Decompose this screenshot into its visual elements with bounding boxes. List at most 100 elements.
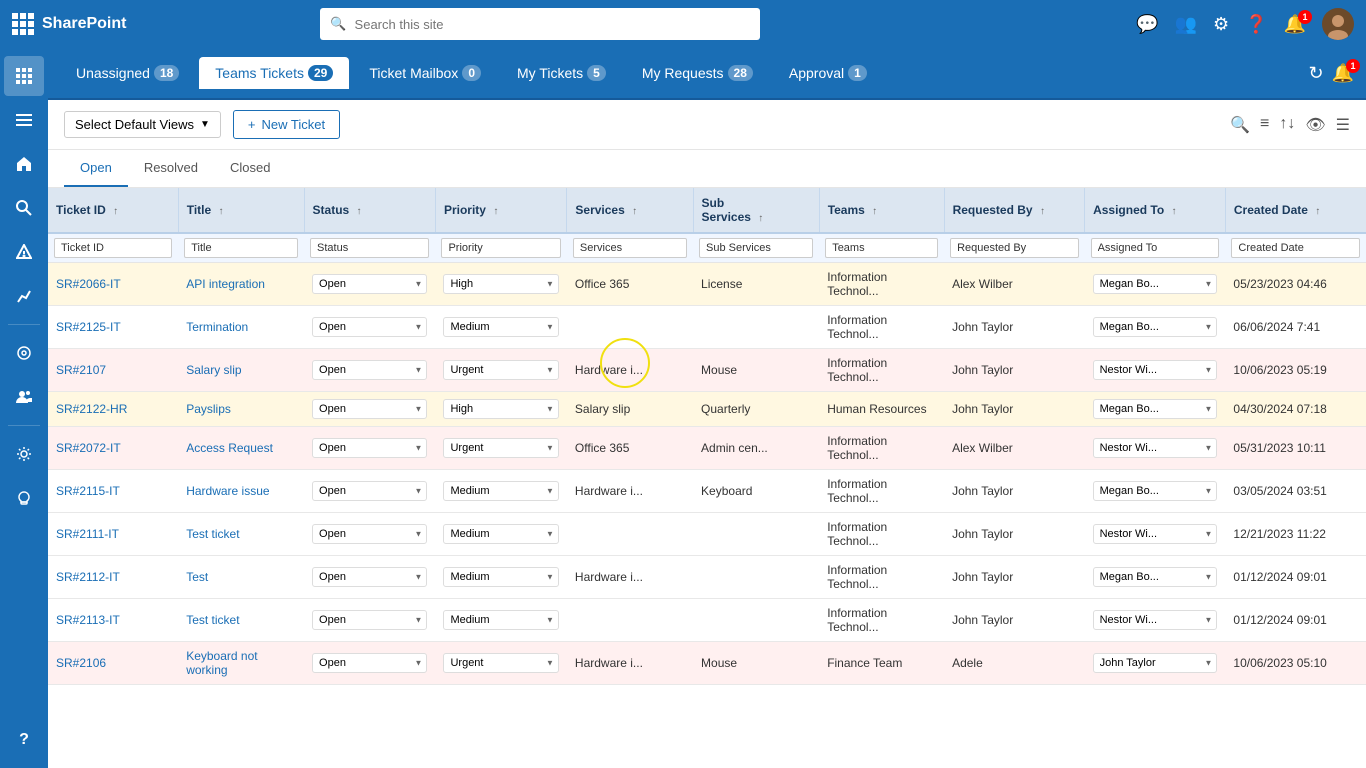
- col-teams[interactable]: Teams ↑: [819, 188, 944, 233]
- cell-title[interactable]: Payslips: [178, 392, 304, 427]
- chat-icon[interactable]: 💬: [1136, 14, 1158, 35]
- status-select[interactable]: OpenResolvedClosed: [312, 317, 427, 337]
- cell-status[interactable]: OpenResolvedClosed: [304, 642, 435, 685]
- priority-select[interactable]: LowMediumHighUrgentCritical: [443, 653, 558, 673]
- cell-assigned-to[interactable]: Nestor Wi...: [1085, 427, 1226, 470]
- status-select[interactable]: OpenResolvedClosed: [312, 399, 427, 419]
- cell-title[interactable]: Test: [178, 556, 304, 599]
- view-tab-closed[interactable]: Closed: [214, 150, 286, 187]
- cell-status[interactable]: OpenResolvedClosed: [304, 306, 435, 349]
- col-services[interactable]: Services ↑: [567, 188, 693, 233]
- priority-select[interactable]: LowMediumHighUrgentCritical: [443, 567, 558, 587]
- notifications-button[interactable]: 🔔 1: [1284, 14, 1306, 35]
- filter-title[interactable]: [184, 238, 298, 258]
- col-requested-by[interactable]: Requested By ↑: [944, 188, 1085, 233]
- sidebar-item-waffle[interactable]: [4, 56, 44, 96]
- help-icon[interactable]: ❓: [1245, 14, 1267, 35]
- tab-teams-tickets[interactable]: Teams Tickets 29: [199, 57, 349, 89]
- priority-select[interactable]: LowMediumHighUrgentCritical: [443, 399, 558, 419]
- table-wrap[interactable]: Ticket ID ↑ Title ↑ Status ↑ Priority ↑ …: [48, 188, 1366, 768]
- assigned-to-select[interactable]: Nestor Wi...: [1093, 438, 1218, 458]
- col-status[interactable]: Status ↑: [304, 188, 435, 233]
- search-bar[interactable]: 🔍: [320, 8, 760, 40]
- assigned-to-select[interactable]: Megan Bo...: [1093, 481, 1218, 501]
- cell-ticket-id[interactable]: SR#2107: [48, 349, 178, 392]
- cell-title[interactable]: Test ticket: [178, 599, 304, 642]
- assigned-to-select[interactable]: John Taylor: [1093, 653, 1218, 673]
- sidebar-item-menu[interactable]: [4, 100, 44, 140]
- cell-ticket-id[interactable]: SR#2125-IT: [48, 306, 178, 349]
- assigned-to-select[interactable]: Nestor Wi...: [1093, 610, 1218, 630]
- assigned-to-select[interactable]: Nestor Wi...: [1093, 360, 1218, 380]
- avatar[interactable]: [1322, 8, 1354, 40]
- sidebar-item-alert[interactable]: [4, 232, 44, 272]
- status-select[interactable]: OpenResolvedClosed: [312, 360, 427, 380]
- status-select[interactable]: OpenResolvedClosed: [312, 438, 427, 458]
- assigned-to-select[interactable]: Nestor Wi...: [1093, 524, 1218, 544]
- col-priority[interactable]: Priority ↑: [435, 188, 566, 233]
- cell-ticket-id[interactable]: SR#2122-HR: [48, 392, 178, 427]
- sidebar-item-chart[interactable]: [4, 276, 44, 316]
- priority-select[interactable]: LowMediumHighUrgentCritical: [443, 274, 558, 294]
- sidebar-item-help[interactable]: ?: [4, 720, 44, 760]
- sidebar-item-search[interactable]: [4, 188, 44, 228]
- cell-assigned-to[interactable]: Nestor Wi...: [1085, 513, 1226, 556]
- sidebar-item-community[interactable]: [4, 333, 44, 373]
- cell-priority[interactable]: LowMediumHighUrgentCritical: [435, 349, 566, 392]
- filter-teams[interactable]: [825, 238, 938, 258]
- filter-requested-by[interactable]: [950, 238, 1079, 258]
- cell-status[interactable]: OpenResolvedClosed: [304, 599, 435, 642]
- filter-created-date[interactable]: [1231, 238, 1360, 258]
- toolbar-view-icon[interactable]: 👁: [1305, 115, 1325, 135]
- sidebar-item-people[interactable]: [4, 377, 44, 417]
- filter-sub-services[interactable]: [699, 238, 813, 258]
- cell-priority[interactable]: LowMediumHighUrgentCritical: [435, 427, 566, 470]
- cell-title[interactable]: Access Request: [178, 427, 304, 470]
- status-select[interactable]: OpenResolvedClosed: [312, 567, 427, 587]
- cell-priority[interactable]: LowMediumHighUrgentCritical: [435, 556, 566, 599]
- cell-priority[interactable]: LowMediumHighUrgentCritical: [435, 513, 566, 556]
- cell-priority[interactable]: LowMediumHighUrgentCritical: [435, 642, 566, 685]
- cell-assigned-to[interactable]: Megan Bo...: [1085, 470, 1226, 513]
- assigned-to-select[interactable]: Megan Bo...: [1093, 274, 1218, 294]
- filter-assigned-to[interactable]: [1091, 238, 1220, 258]
- app-logo[interactable]: SharePoint: [12, 13, 126, 35]
- sidebar-item-home[interactable]: [4, 144, 44, 184]
- priority-select[interactable]: LowMediumHighUrgentCritical: [443, 438, 558, 458]
- filter-status[interactable]: [310, 238, 429, 258]
- refresh-icon[interactable]: ↻: [1308, 63, 1323, 84]
- cell-priority[interactable]: LowMediumHighUrgentCritical: [435, 470, 566, 513]
- filter-ticket-id[interactable]: [54, 238, 172, 258]
- cell-title[interactable]: Salary slip: [178, 349, 304, 392]
- cell-assigned-to[interactable]: Megan Bo...: [1085, 306, 1226, 349]
- tab-ticket-mailbox[interactable]: Ticket Mailbox 0: [353, 57, 497, 89]
- cell-ticket-id[interactable]: SR#2112-IT: [48, 556, 178, 599]
- cell-title[interactable]: Keyboard not working: [178, 642, 304, 685]
- assigned-to-select[interactable]: Megan Bo...: [1093, 567, 1218, 587]
- cell-status[interactable]: OpenResolvedClosed: [304, 427, 435, 470]
- tab-my-tickets[interactable]: My Tickets 5: [501, 57, 622, 89]
- filter-priority[interactable]: [441, 238, 560, 258]
- assigned-to-select[interactable]: Megan Bo...: [1093, 317, 1218, 337]
- priority-select[interactable]: LowMediumHighUrgentCritical: [443, 610, 558, 630]
- status-select[interactable]: OpenResolvedClosed: [312, 610, 427, 630]
- cell-status[interactable]: OpenResolvedClosed: [304, 556, 435, 599]
- cell-assigned-to[interactable]: Nestor Wi...: [1085, 349, 1226, 392]
- cell-status[interactable]: OpenResolvedClosed: [304, 349, 435, 392]
- tab-approval[interactable]: Approval 1: [773, 57, 883, 89]
- cell-assigned-to[interactable]: John Taylor: [1085, 642, 1226, 685]
- col-ticket-id[interactable]: Ticket ID ↑: [48, 188, 178, 233]
- tab-my-requests[interactable]: My Requests 28: [626, 57, 769, 89]
- col-sub-services[interactable]: Sub Services ↑: [693, 188, 819, 233]
- new-ticket-button[interactable]: + New Ticket: [233, 110, 340, 139]
- assigned-to-select[interactable]: Megan Bo...: [1093, 399, 1218, 419]
- cell-assigned-to[interactable]: Nestor Wi...: [1085, 599, 1226, 642]
- toolbar-sort-icon[interactable]: ↑↓: [1279, 115, 1295, 135]
- priority-select[interactable]: LowMediumHighUrgentCritical: [443, 317, 558, 337]
- cell-ticket-id[interactable]: SR#2113-IT: [48, 599, 178, 642]
- search-input[interactable]: [355, 17, 751, 32]
- cell-status[interactable]: OpenResolvedClosed: [304, 513, 435, 556]
- cell-title[interactable]: Test ticket: [178, 513, 304, 556]
- toolbar-filter-icon[interactable]: ≡: [1260, 115, 1269, 135]
- cell-ticket-id[interactable]: SR#2066-IT: [48, 263, 178, 306]
